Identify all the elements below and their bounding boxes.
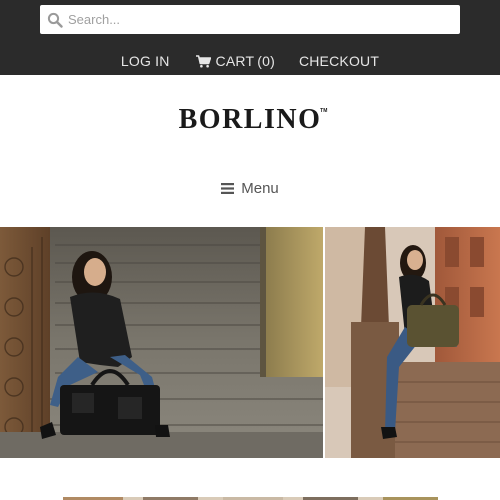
cart-link[interactable]: CART (0) (195, 53, 275, 69)
search-box[interactable] (40, 5, 460, 34)
hero-banner[interactable] (0, 227, 500, 458)
trademark-mark: TM (320, 108, 328, 114)
search-icon (47, 12, 63, 28)
hero-image-stairs (0, 227, 323, 458)
hamburger-icon (221, 182, 235, 194)
search-input[interactable] (68, 5, 448, 34)
product-strip[interactable] (63, 492, 438, 500)
cart-count: (0) (257, 53, 275, 69)
menu-toggle[interactable]: Menu (0, 177, 500, 199)
cart-label: CART (215, 53, 255, 69)
account-nav: LOG IN CART (0) CHECKOUT (0, 51, 500, 71)
logo-area: BORLINO TM (0, 100, 500, 140)
hero-image-pillar (325, 227, 500, 458)
menu-label: Menu (241, 179, 279, 197)
brand-logo[interactable]: BORLINO TM (178, 104, 328, 136)
login-link[interactable]: LOG IN (121, 53, 170, 69)
checkout-link[interactable]: CHECKOUT (299, 53, 379, 69)
shopping-cart-icon (195, 54, 211, 67)
top-bar: LOG IN CART(0) CHECKOUT (0, 0, 500, 75)
logo-text: BORLINO (178, 104, 322, 135)
